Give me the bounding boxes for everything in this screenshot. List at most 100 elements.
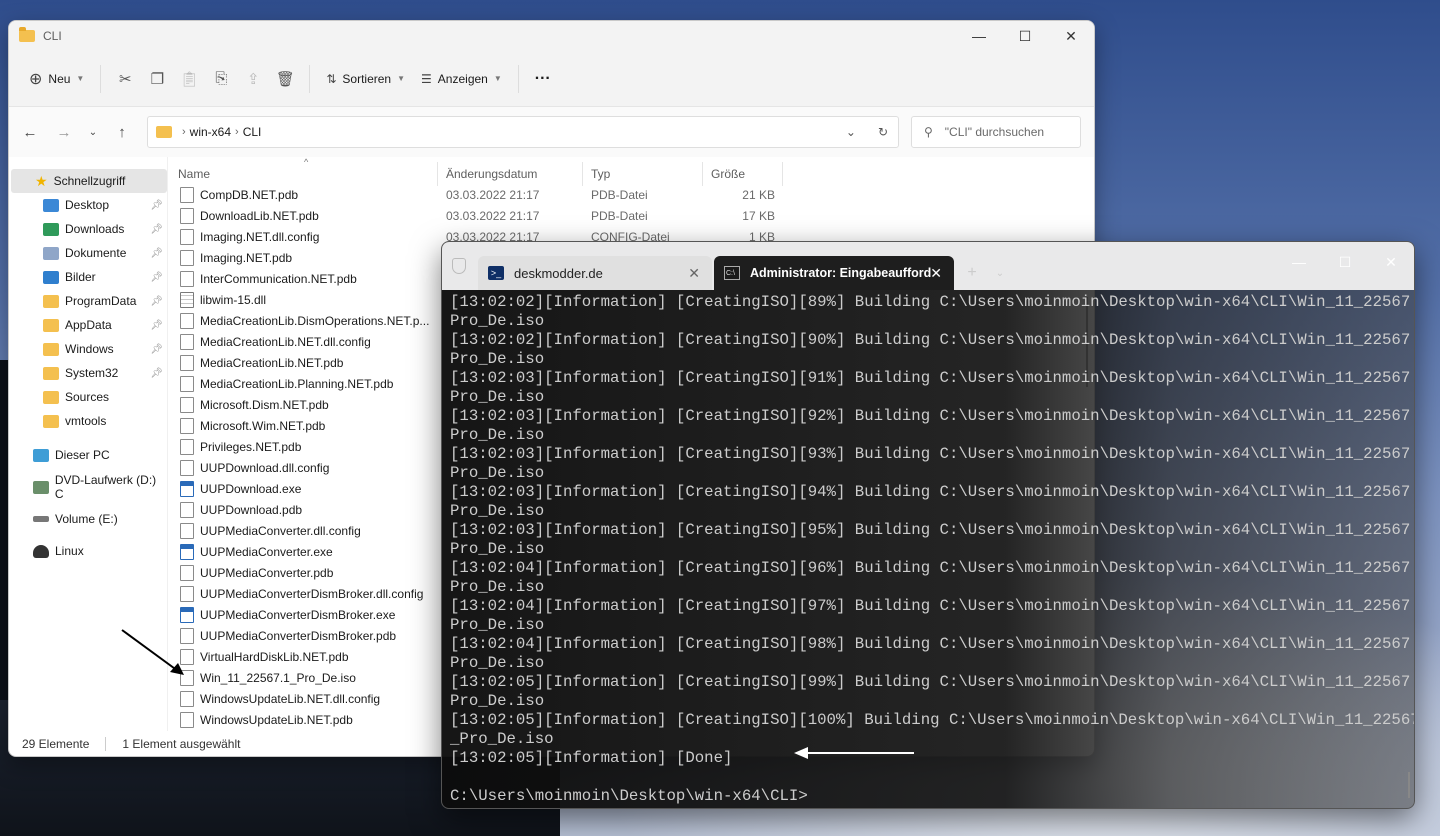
column-size[interactable]: Größe [703, 162, 783, 186]
file-name: UUPMediaConverter.pdb [200, 565, 334, 580]
desktop-folder-icon [43, 198, 59, 212]
close-tab-icon[interactable]: ✕ [930, 265, 942, 282]
documents-icon [43, 246, 59, 260]
downloads-icon [43, 222, 59, 236]
pin-icon: 📌︎ [150, 367, 163, 379]
nav-pinned-item[interactable]: vmtools [9, 409, 167, 433]
chevron-down-icon[interactable]: ⌄ [990, 256, 1010, 290]
terminal-line: Pro_De.iso [450, 502, 545, 520]
nav-pinned-item[interactable]: Desktop 📌︎ [9, 193, 167, 217]
new-tab-plus-icon[interactable]: + [954, 256, 990, 290]
file-icon [180, 417, 194, 434]
tab-deskmodder[interactable]: >_ deskmodder.de ✕ [478, 256, 712, 290]
tab-admin-cmd[interactable]: C:\ Administrator: Eingabeaufford ✕ [714, 256, 954, 290]
minimize-button[interactable]: — [1276, 242, 1322, 282]
chevron-down-icon[interactable]: ⌄ [846, 125, 856, 139]
file-icon [180, 585, 194, 602]
maximize-button[interactable]: ☐ [1002, 21, 1048, 51]
terminal-line: C:\Users\moinmoin\Desktop\win-x64\CLI> [450, 787, 808, 805]
nav-pinned-item[interactable]: Bilder 📌︎ [9, 265, 167, 289]
paste-button[interactable]: 📋︎ [173, 63, 205, 95]
maximize-button[interactable]: ☐ [1322, 242, 1368, 282]
terminal-window[interactable]: >_ deskmodder.de ✕ C:\ Administrator: Ei… [441, 241, 1415, 809]
terminal-line: [13:02:03][Information] [CreatingISO][92… [450, 407, 1415, 425]
copy-button[interactable]: ❐ [141, 63, 173, 95]
forward-arrow-icon[interactable]: → [47, 124, 81, 141]
address-bar[interactable]: › win-x64 › CLI ⌄ ↻ [147, 116, 899, 148]
plus-circle-icon: ⊕ [29, 70, 43, 88]
more-options-button[interactable]: ··· [527, 63, 559, 95]
nav-pinned-item[interactable]: Sources [9, 385, 167, 409]
close-button[interactable]: ✕ [1368, 242, 1414, 282]
star-icon: ★ [35, 172, 48, 189]
file-name: Microsoft.Dism.NET.pdb [200, 397, 329, 412]
nav-label: DVD-Laufwerk (D:) C [54, 473, 157, 501]
nav-this-pc[interactable]: Dieser PC [9, 443, 167, 467]
sort-icon: ⇅ [326, 71, 337, 86]
folder-icon [19, 27, 35, 42]
trash-icon: 🗑︎ [275, 70, 295, 88]
terminal-tab-bar[interactable]: >_ deskmodder.de ✕ C:\ Administrator: Ei… [442, 242, 1414, 290]
clipboard-icon: 📋︎ [179, 70, 199, 88]
new-label: Neu [48, 71, 71, 86]
rename-button[interactable]: ⎘ [205, 63, 237, 95]
folder-icon [43, 366, 59, 380]
delete-button[interactable]: 🗑︎ [269, 63, 301, 95]
breadcrumb-cli[interactable]: CLI [243, 125, 262, 139]
breadcrumb-win-x64[interactable]: win-x64 [190, 125, 231, 139]
column-name[interactable]: Name [168, 162, 438, 186]
chevron-down-icon: ▼ [76, 74, 85, 83]
explorer-titlebar[interactable]: CLI — ☐ ✕ [9, 21, 1094, 51]
nav-pinned-item[interactable]: Downloads 📌︎ [9, 217, 167, 241]
share-button[interactable]: ⇪ [237, 63, 269, 95]
nav-pinned-item[interactable]: AppData 📌︎ [9, 313, 167, 337]
search-input[interactable]: ⚲ "CLI" durchsuchen [911, 116, 1081, 148]
file-name: MediaCreationLib.Planning.NET.pdb [200, 376, 394, 391]
pin-icon: 📌︎ [150, 319, 163, 331]
nav-volume-e[interactable]: Volume (E:) [9, 507, 167, 531]
column-date[interactable]: Änderungsdatum [438, 162, 583, 186]
nav-pinned-item[interactable]: Windows 📌︎ [9, 337, 167, 361]
close-tab-icon[interactable]: ✕ [688, 265, 700, 282]
nav-pinned-item[interactable]: System32 📌︎ [9, 361, 167, 385]
close-button[interactable]: ✕ [1048, 21, 1094, 51]
back-arrow-icon[interactable]: ← [13, 124, 47, 141]
breadcrumb-separator: › [182, 126, 186, 138]
window-title: CLI [43, 29, 62, 43]
minimize-button[interactable]: — [956, 21, 1002, 51]
separator [517, 64, 519, 93]
cut-button[interactable]: ✂ [109, 63, 141, 95]
nav-label: System32 [65, 366, 119, 380]
file-icon [180, 564, 194, 581]
recent-chevron-icon[interactable]: ⌄ [81, 127, 105, 138]
nav-pinned-item[interactable]: ProgramData 📌︎ [9, 289, 167, 313]
shield-icon [452, 258, 466, 274]
refresh-icon[interactable]: ↻ [878, 125, 888, 139]
new-button[interactable]: ⊕ Neu ▼ [21, 63, 92, 95]
file-row[interactable]: DownloadLib.NET.pdb 03.03.2022 21:17 PDB-D… [168, 205, 1094, 226]
file-icon [180, 438, 194, 455]
nav-quick-access[interactable]: ★ Schnellzugriff [11, 169, 167, 193]
terminal-line: [13:02:05][Information] [CreatingISO][10… [450, 711, 1415, 729]
breadcrumb-separator: › [235, 126, 239, 138]
nav-label: Sources [65, 390, 110, 404]
nav-label: Dokumente [65, 246, 127, 260]
terminal-output[interactable]: [13:02:02][Information] [CreatingISO][89… [442, 290, 1414, 806]
view-button[interactable]: ☰ Anzeigen ▼ [413, 63, 510, 95]
file-icon [180, 459, 194, 476]
terminal-scrollbar[interactable] [1408, 772, 1410, 798]
nav-dvd-drive[interactable]: DVD-Laufwerk (D:) C [9, 473, 167, 501]
rename-icon: ⎘ [215, 70, 228, 87]
folder-icon [156, 126, 172, 138]
file-date: 03.03.2022 21:17 [446, 208, 540, 223]
up-arrow-icon[interactable]: ↑ [105, 124, 139, 141]
sort-button[interactable]: ⇅ Sortieren ▼ [318, 63, 413, 95]
nav-linux[interactable]: Linux [9, 539, 167, 563]
nav-pinned-item[interactable]: Dokumente 📌︎ [9, 241, 167, 265]
file-name: MediaCreationLib.NET.dll.config [200, 334, 371, 349]
pin-icon: 📌︎ [150, 247, 163, 259]
column-type[interactable]: Typ [583, 162, 703, 186]
file-name: Win_11_22567.1_Pro_De.iso [200, 670, 356, 685]
tab-label: Administrator: Eingabeaufford [750, 266, 932, 280]
nav-label: vmtools [65, 414, 107, 428]
